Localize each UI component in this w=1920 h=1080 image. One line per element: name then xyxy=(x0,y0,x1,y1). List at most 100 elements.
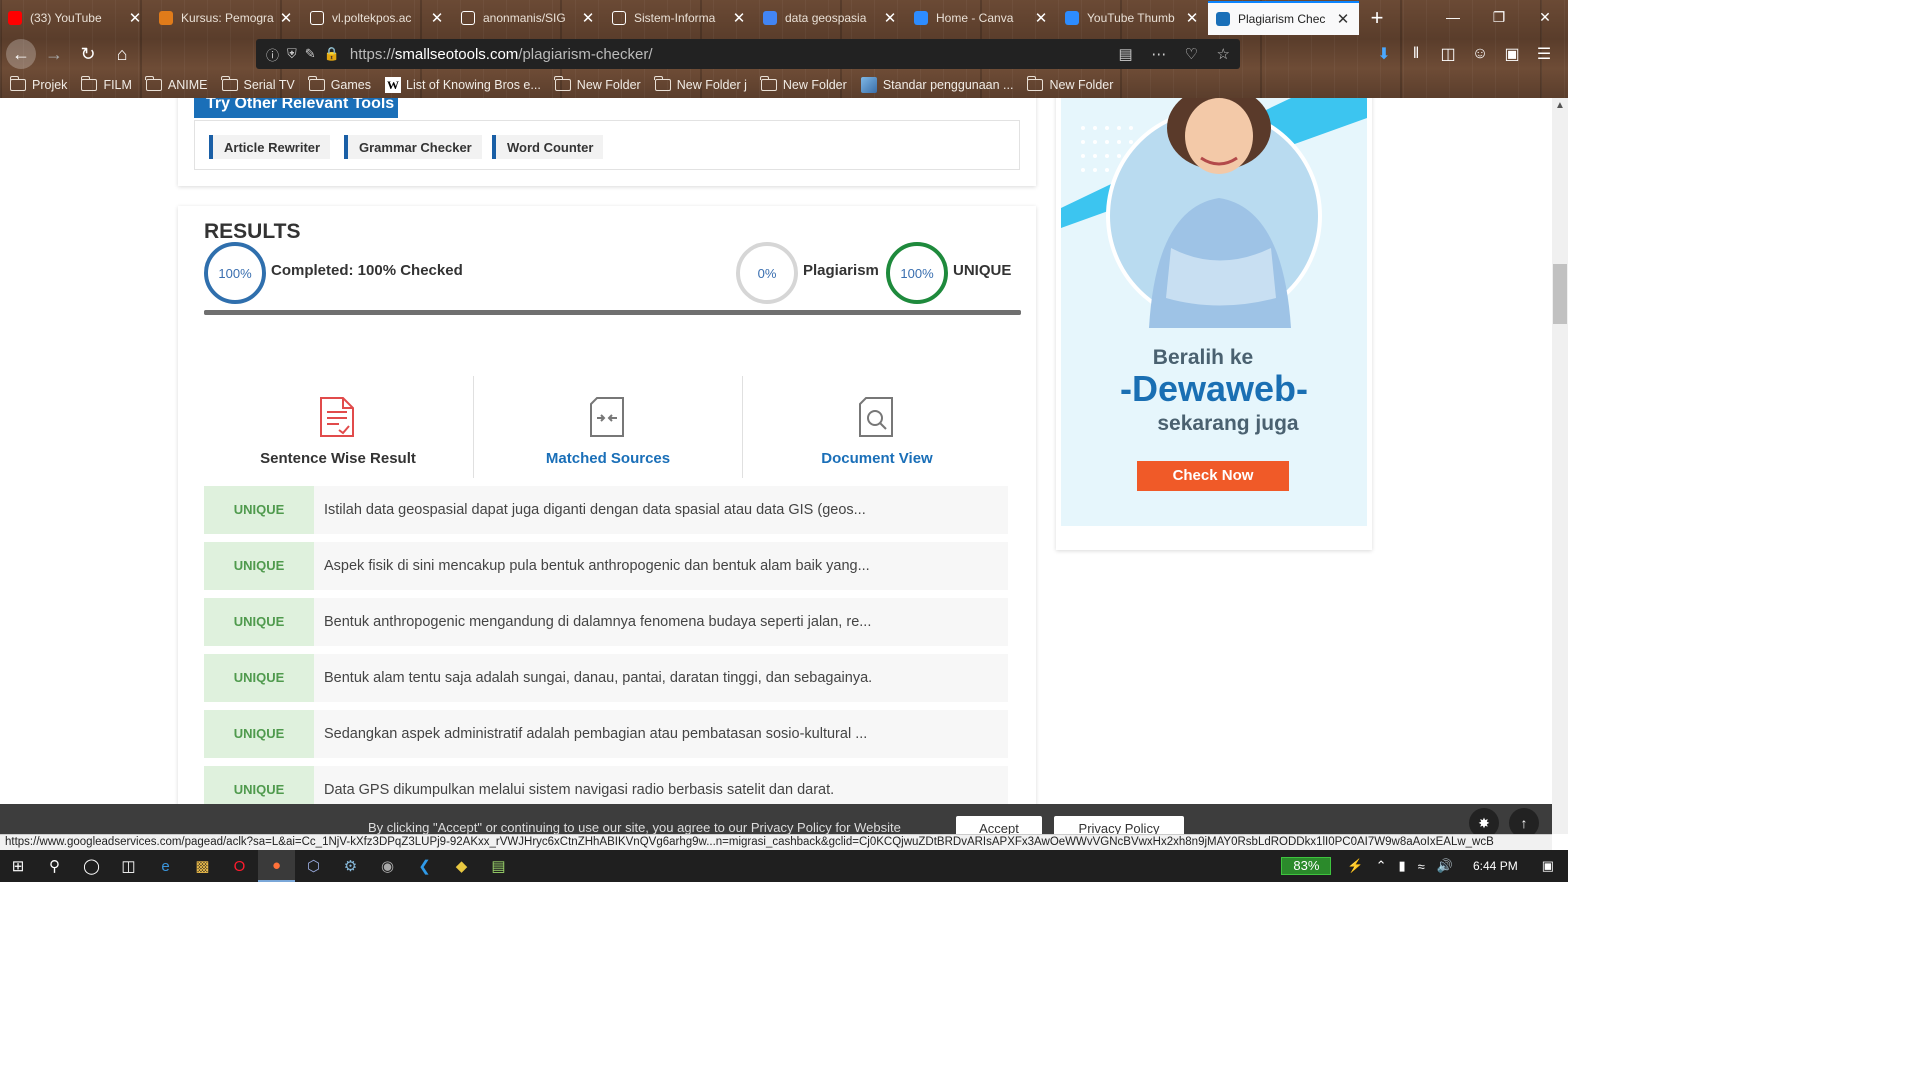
bookmark-item[interactable]: Standar penggunaan ... xyxy=(860,77,1013,93)
bookmark-star-icon[interactable]: ☆ xyxy=(1217,46,1230,63)
app-terminal[interactable]: ◉ xyxy=(369,850,406,882)
app-network[interactable]: ⚙ xyxy=(332,850,369,882)
permissions-icon[interactable]: ✎ xyxy=(305,46,316,62)
task-view-button[interactable]: ◫ xyxy=(110,850,147,882)
advertisement-banner[interactable]: Beralih ke -Dewaweb- sekarang juga Check… xyxy=(1061,98,1367,526)
battery-icon[interactable]: ▮ xyxy=(1399,858,1406,874)
close-tab-icon[interactable]: ✕ xyxy=(580,9,596,27)
info-icon[interactable]: ⓘ xyxy=(266,45,279,64)
result-row[interactable]: UNIQUE Data GPS dikumpulkan melalui siste… xyxy=(204,766,1008,804)
browser-tab[interactable]: Home - Canva ✕ xyxy=(906,0,1057,36)
forward-button[interactable]: → xyxy=(38,38,70,70)
account-icon[interactable]: ☺ xyxy=(1464,45,1496,63)
start-button[interactable]: ⊞ xyxy=(0,850,36,882)
bookmark-item[interactable]: ANIME xyxy=(145,76,208,92)
lock-icon[interactable]: 🔒 xyxy=(324,46,340,62)
tool-word-counter[interactable]: Word Counter xyxy=(492,135,604,159)
result-row[interactable]: UNIQUE Bentuk alam tentu saja adalah sung… xyxy=(204,654,1008,702)
sidebar-icon[interactable]: ◫ xyxy=(1432,44,1464,64)
bookmark-item[interactable]: New Folder xyxy=(554,76,641,92)
result-row[interactable]: UNIQUE Istilah data geospasial dapat juga… xyxy=(204,486,1008,534)
edge-app[interactable]: e xyxy=(147,850,184,882)
plug-icon[interactable]: ⚡ xyxy=(1347,858,1363,874)
bookmark-item[interactable]: FILM xyxy=(80,76,132,92)
bookmark-item[interactable]: New Folder xyxy=(760,76,847,92)
close-tab-icon[interactable]: ✕ xyxy=(1335,10,1351,28)
result-row[interactable]: UNIQUE Aspek fisik di sini mencakup pula … xyxy=(204,542,1008,590)
browser-tab[interactable]: anonmanis/SIG ✕ xyxy=(453,0,604,36)
cortana-button[interactable]: ◯ xyxy=(73,850,110,882)
tab-sentence-wise-result[interactable]: Sentence Wise Result xyxy=(204,376,472,478)
home-button[interactable]: ⌂ xyxy=(106,38,138,70)
scroll-to-top-icon[interactable]: ↑ xyxy=(1509,808,1539,834)
library-icon[interactable]: ‖ xyxy=(1400,45,1432,63)
reader-view-icon[interactable]: ▤ xyxy=(1119,46,1133,63)
close-tab-icon[interactable]: ✕ xyxy=(278,9,294,27)
address-bar[interactable]: ⓘ ⛨ ✎ 🔒 https://smallseotools.com/plagia… xyxy=(256,39,1240,69)
page-scrollbar[interactable]: ▲ xyxy=(1552,98,1568,834)
shield-icon[interactable]: ⛨ xyxy=(287,46,297,62)
browser-tab[interactable]: Plagiarism Chec ✕ xyxy=(1208,1,1359,35)
scrollbar-thumb[interactable] xyxy=(1553,264,1567,324)
pocket-icon[interactable]: ♡ xyxy=(1185,46,1198,63)
close-tab-icon[interactable]: ✕ xyxy=(731,9,747,27)
browser-tab[interactable]: Sistem-Informa ✕ xyxy=(604,0,755,36)
battery-indicator[interactable]: 83% xyxy=(1281,857,1332,875)
notification-icon[interactable]: ▣ xyxy=(1542,858,1554,874)
clock[interactable]: 6:44 PM xyxy=(1473,859,1518,873)
restore-icon[interactable]: ❐ xyxy=(1476,0,1522,34)
bookmark-item[interactable]: Projek xyxy=(9,76,67,92)
result-row[interactable]: UNIQUE Bentuk anthropogenic mengandung di… xyxy=(204,598,1008,646)
accept-button[interactable]: Accept xyxy=(956,816,1042,834)
back-button[interactable]: ← xyxy=(6,39,36,69)
app-3d-box[interactable]: ⬡ xyxy=(295,850,332,882)
bookmark-item[interactable]: New Folder xyxy=(1026,76,1113,92)
chevron-up-icon[interactable]: ⌃ xyxy=(1376,858,1387,874)
advertisement-card[interactable]: Beralih ke -Dewaweb- sekarang juga Check… xyxy=(1056,98,1372,550)
bookmark-item[interactable]: W List of Knowing Bros e... xyxy=(385,77,541,93)
check-now-button[interactable]: Check Now xyxy=(1137,461,1289,491)
privacy-policy-button[interactable]: Privacy Policy xyxy=(1054,816,1184,834)
close-window-icon[interactable]: ✕ xyxy=(1522,0,1568,34)
url-text[interactable]: https://smallseotools.com/plagiarism-che… xyxy=(350,46,1105,63)
search-button[interactable]: ⚲ xyxy=(36,850,73,882)
bookmark-item[interactable]: Games xyxy=(308,76,371,92)
tab-matched-sources[interactable]: Matched Sources xyxy=(474,376,742,478)
notepad-app[interactable]: ▤ xyxy=(480,850,517,882)
vscode-app[interactable]: ❮ xyxy=(406,850,443,882)
firefox-app[interactable]: ● xyxy=(258,850,295,882)
app-diamond[interactable]: ◆ xyxy=(443,850,480,882)
wifi-icon[interactable]: ≈ xyxy=(1418,859,1425,874)
close-tab-icon[interactable]: ✕ xyxy=(1033,9,1049,27)
close-tab-icon[interactable]: ✕ xyxy=(429,9,445,27)
browser-tab[interactable]: vl.poltekpos.ac ✕ xyxy=(302,0,453,36)
bookmark-item[interactable]: Serial TV xyxy=(221,76,295,92)
download-icon[interactable]: ⬇ xyxy=(1368,44,1400,64)
browser-tab[interactable]: (33) YouTube ✕ xyxy=(0,0,151,36)
tab-title: Kursus: Pemogra xyxy=(181,11,274,25)
tab-document-view[interactable]: Document View xyxy=(743,376,1011,478)
scroll-up-icon[interactable]: ▲ xyxy=(1552,98,1568,114)
result-row[interactable]: UNIQUE Sedangkan aspek administratif adal… xyxy=(204,710,1008,758)
extension-icon[interactable]: ▣ xyxy=(1496,44,1528,64)
tool-grammar-checker[interactable]: Grammar Checker xyxy=(344,135,482,159)
close-tab-icon[interactable]: ✕ xyxy=(127,9,143,27)
browser-tab[interactable]: YouTube Thumb ✕ xyxy=(1057,0,1208,36)
opera-app[interactable]: O xyxy=(221,850,258,882)
close-tab-icon[interactable]: ✕ xyxy=(882,9,898,27)
new-tab-button[interactable]: + xyxy=(1359,0,1395,36)
reload-button[interactable]: ↻ xyxy=(72,38,104,70)
minimize-icon[interactable]: — xyxy=(1430,0,1476,34)
file-explorer-app[interactable]: ▩ xyxy=(184,850,221,882)
close-tab-icon[interactable]: ✕ xyxy=(1184,9,1200,27)
menu-icon[interactable]: ☰ xyxy=(1528,44,1560,64)
notepad-icon: ▤ xyxy=(491,858,506,875)
bug-report-icon[interactable]: ✸ xyxy=(1469,808,1499,834)
bookmark-item[interactable]: New Folder j xyxy=(654,76,747,92)
browser-tab[interactable]: data geospasia ✕ xyxy=(755,0,906,36)
volume-icon[interactable]: 🔊 xyxy=(1437,858,1453,874)
tool-article-rewriter[interactable]: Article Rewriter xyxy=(209,135,331,159)
browser-tab[interactable]: Kursus: Pemogra ✕ xyxy=(151,0,302,36)
more-actions-icon[interactable]: ⋯ xyxy=(1151,46,1166,63)
wikipedia-icon: W xyxy=(385,77,401,93)
